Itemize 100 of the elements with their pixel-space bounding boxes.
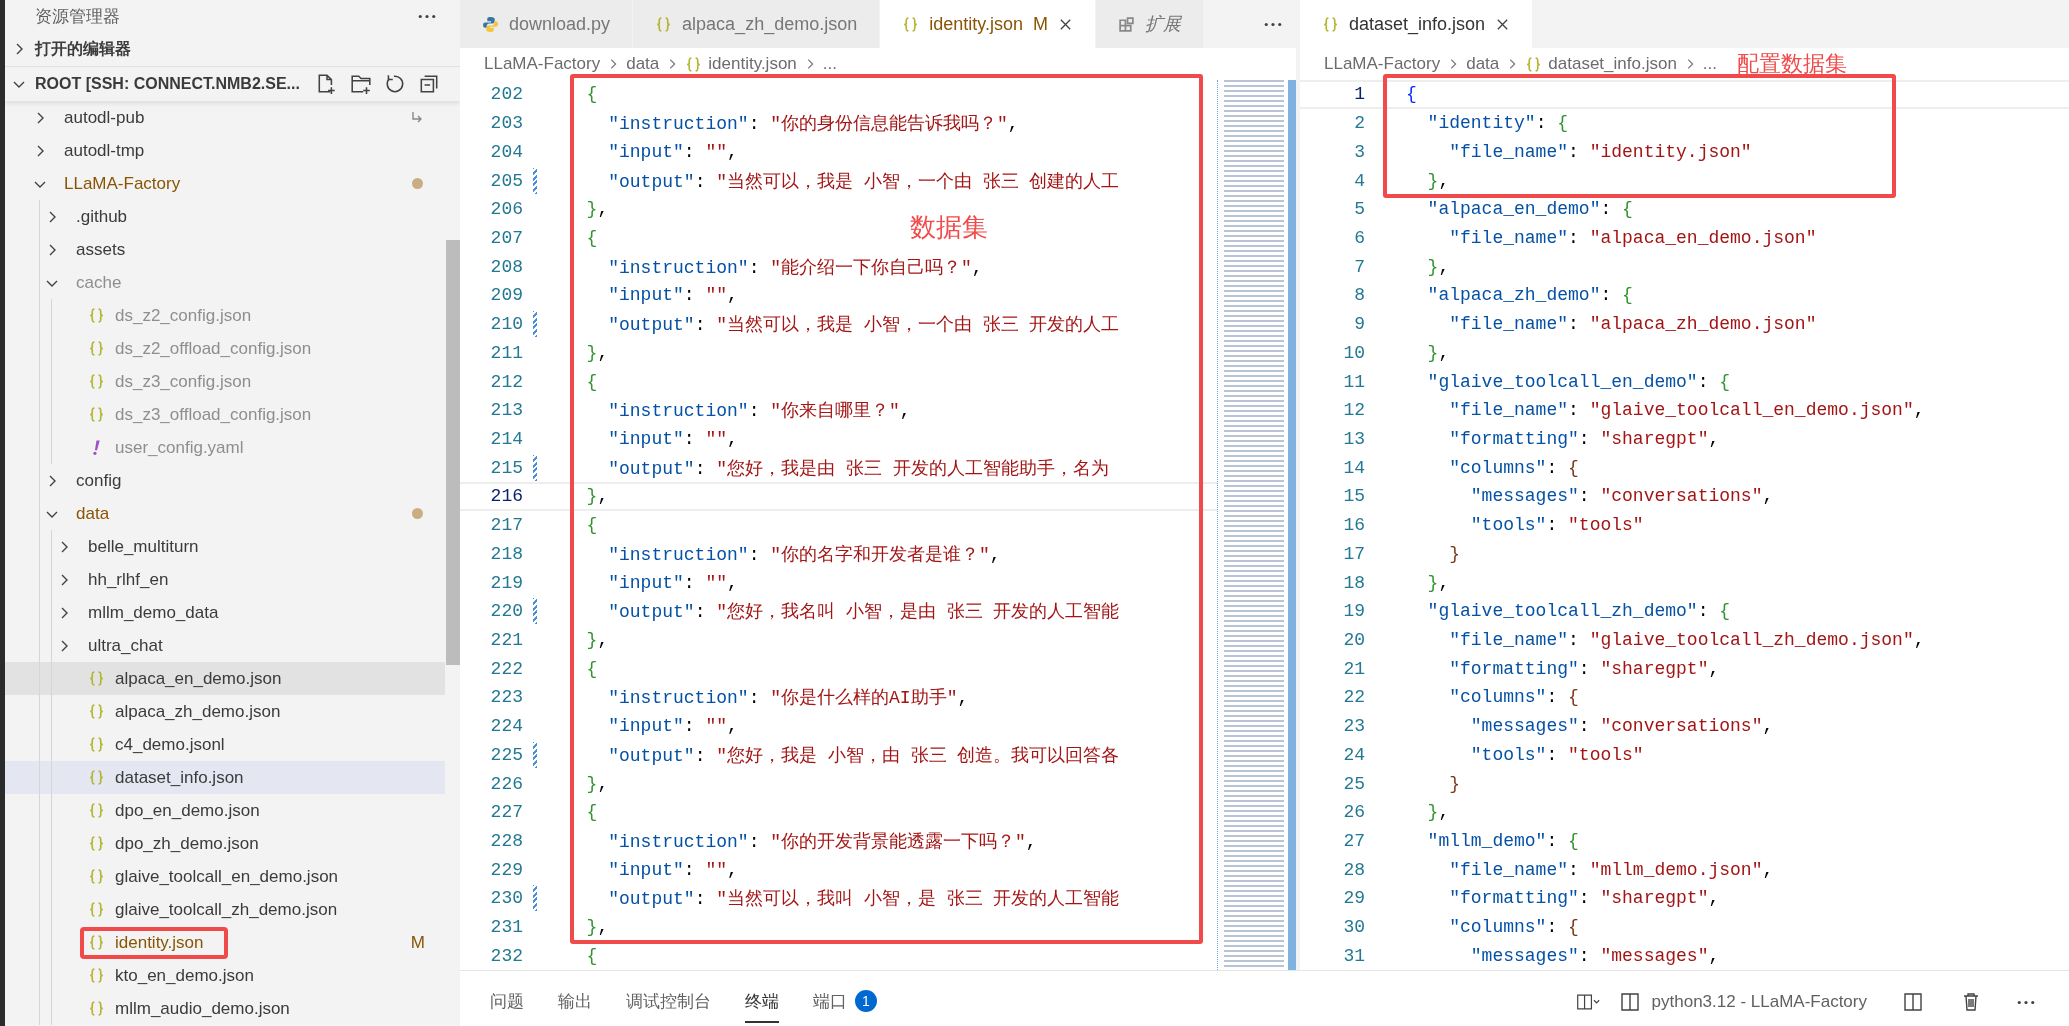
- code-line: {: [585, 802, 598, 823]
- line-number: 17: [1342, 542, 1366, 566]
- code-line: "columns": {: [1448, 917, 1579, 938]
- editor-tab[interactable]: 扩展: [1095, 0, 1204, 48]
- braces-icon: [88, 934, 105, 951]
- code-line: "input": "",: [607, 859, 738, 880]
- tree-item[interactable]: identity.json M: [5, 926, 445, 959]
- editor-tab[interactable]: dataset_info.json: [1300, 0, 1534, 48]
- tree-item[interactable]: hh_rlhf_en: [5, 563, 445, 596]
- line-number: 222: [489, 657, 524, 681]
- code-line: "file_name": "alpaca_en_demo.json": [1448, 227, 1817, 248]
- code-line: }: [1448, 543, 1460, 564]
- line-number: 211: [489, 341, 524, 365]
- new-file-icon[interactable]: [316, 73, 338, 95]
- line-number: 213: [489, 399, 524, 423]
- tree-item[interactable]: glaive_toolcall_zh_demo.json: [5, 893, 445, 926]
- code-line: },: [1426, 170, 1450, 191]
- code-line: },: [585, 199, 609, 220]
- file-name: glaive_toolcall_zh_demo.json: [115, 899, 338, 920]
- line-number: 18: [1342, 571, 1366, 595]
- tree-item[interactable]: assets: [5, 233, 445, 266]
- tree-item[interactable]: kto_en_demo.json: [5, 959, 445, 992]
- panel-tab[interactable]: 输出: [558, 981, 592, 1024]
- more-icon[interactable]: [1264, 21, 1282, 27]
- file-name: kto_en_demo.json: [115, 965, 254, 986]
- breadcrumb-item[interactable]: LLaMA-Factory: [1324, 54, 1441, 74]
- panel-tab[interactable]: 终端: [745, 981, 779, 1024]
- tree-item[interactable]: glaive_toolcall_en_demo.json: [5, 860, 445, 893]
- tree-item[interactable]: autodl-pub: [5, 101, 445, 134]
- braces-icon: [88, 670, 105, 687]
- line-number: 22: [1342, 686, 1366, 710]
- line-number: 232: [489, 944, 524, 968]
- editor-tab[interactable]: alpaca_zh_demo.json: [633, 0, 881, 48]
- braces-icon: [88, 373, 105, 390]
- panel-tab[interactable]: 端口 1: [813, 981, 877, 1024]
- line-number: 203: [489, 112, 524, 136]
- panel-tab[interactable]: 调试控制台: [626, 981, 711, 1024]
- line-number: 229: [489, 858, 524, 882]
- code-line: },: [1426, 802, 1450, 823]
- breadcrumb-item[interactable]: dataset_info.json: [1548, 54, 1677, 74]
- code-line: },: [585, 917, 609, 938]
- code-line: "instruction": "你是什么样的AI助手",: [607, 687, 969, 710]
- code-line: "instruction": "你的身份信息能告诉我吗？",: [607, 113, 1019, 136]
- tree-item[interactable]: data: [5, 497, 445, 530]
- line-number: 218: [489, 542, 524, 566]
- split-icon[interactable]: [1901, 992, 1925, 1013]
- file-name: identity.json: [115, 932, 204, 953]
- tree-item[interactable]: mllm_demo_data: [5, 596, 445, 629]
- braces-icon: [88, 802, 105, 819]
- code-line: },: [585, 773, 609, 794]
- breadcrumb-item[interactable]: ...: [1702, 54, 1717, 74]
- scrollbar[interactable]: [446, 240, 460, 665]
- new-folder-icon[interactable]: [350, 73, 372, 95]
- tree-item[interactable]: config: [5, 464, 445, 497]
- breadcrumb-item[interactable]: ...: [822, 54, 837, 74]
- line-number: 3: [1353, 140, 1366, 164]
- tree-item[interactable]: dataset_info.json: [5, 761, 445, 794]
- split-layout-icon[interactable]: [1575, 992, 1600, 1013]
- line-number: 215: [460, 453, 537, 482]
- code-line: },: [1426, 572, 1450, 593]
- tree-item[interactable]: LLaMA-Factory: [5, 167, 445, 200]
- breadcrumb-item[interactable]: data: [626, 54, 660, 74]
- breadcrumb-item[interactable]: LLaMA-Factory: [484, 54, 601, 74]
- tree-item[interactable]: dpo_zh_demo.json: [5, 827, 445, 860]
- code-line: {: [585, 658, 598, 679]
- breadcrumb-item[interactable]: identity.json: [708, 54, 797, 74]
- refresh-icon[interactable]: [384, 73, 406, 95]
- tree-item[interactable]: belle_multiturn: [5, 530, 445, 563]
- braces-icon: [88, 901, 105, 918]
- terminal-selector[interactable]: python3.12 - LLaMA-Factory: [1617, 992, 1867, 1013]
- file-name: mllm_audio_demo.json: [115, 998, 290, 1019]
- collapse-all-icon[interactable]: [418, 73, 440, 95]
- braces-icon: [88, 736, 105, 753]
- more-icon[interactable]: [2017, 999, 2035, 1005]
- line-number: 23: [1342, 715, 1366, 739]
- section-header[interactable]: 打开的编辑器: [5, 32, 460, 66]
- line-number: 19: [1342, 600, 1366, 624]
- breadcrumb-item[interactable]: data: [1466, 54, 1500, 74]
- line-number: 9: [1353, 313, 1366, 337]
- panel-tab[interactable]: 问题: [490, 981, 524, 1024]
- line-number: 217: [489, 514, 524, 538]
- tree-item[interactable]: alpaca_zh_demo.json: [5, 695, 445, 728]
- editor-tab[interactable]: download.py: [460, 0, 634, 48]
- tree-item[interactable]: alpaca_en_demo.json: [5, 662, 445, 695]
- tree-item[interactable]: .github: [5, 200, 445, 233]
- more-icon[interactable]: [418, 13, 436, 19]
- line-number: 13: [1342, 428, 1366, 451]
- code-line: "input": "",: [607, 285, 738, 306]
- code-line: "input": "",: [607, 572, 738, 593]
- tree-item[interactable]: mllm_audio_demo.json: [5, 992, 445, 1025]
- line-number: 202: [489, 83, 524, 107]
- tree-item[interactable]: autodl-tmp: [5, 134, 445, 167]
- line-number: 21: [1342, 657, 1366, 681]
- tree-item[interactable]: dpo_en_demo.json: [5, 794, 445, 827]
- section-header[interactable]: ROOT [SSH: CONNECT.NMB2.SE...: [5, 66, 460, 101]
- code-line: {: [585, 227, 598, 248]
- editor-tab[interactable]: identity.json M: [880, 0, 1096, 48]
- line-number: 230: [460, 884, 537, 913]
- code-line: {: [585, 515, 598, 536]
- line-number: 27: [1342, 830, 1366, 854]
